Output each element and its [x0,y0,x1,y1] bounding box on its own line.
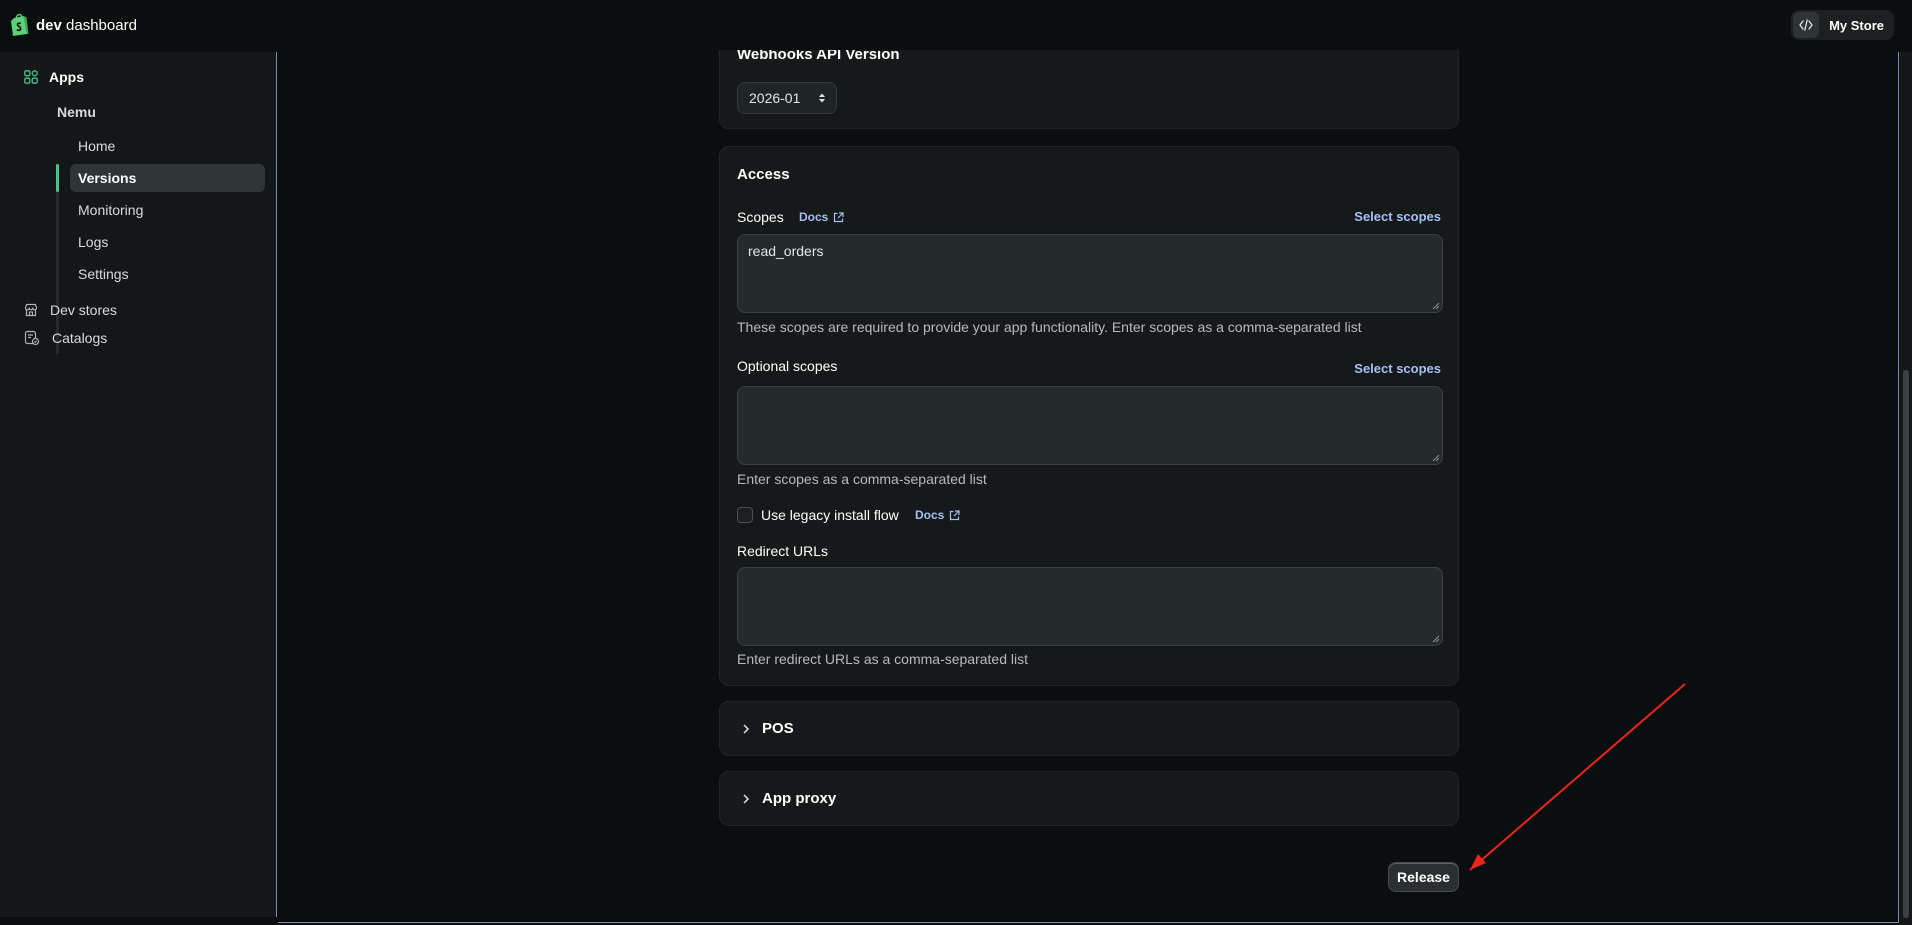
sidebar-item-catalogs[interactable]: Catalogs [24,330,107,346]
docs-link-label: Docs [915,508,945,522]
store-switcher-button[interactable]: My Store [1791,10,1894,40]
catalog-icon [24,330,40,346]
external-link-icon [834,211,844,222]
subnav-track [56,164,59,354]
sidebar-item-label: Catalogs [52,330,108,346]
pos-section[interactable]: POS [719,701,1459,756]
app-proxy-section-title: App proxy [762,790,837,807]
sidebar-item-apps[interactable]: Apps [24,69,84,85]
access-card: Access Scopes Docs Select scopes read_or… [719,146,1459,686]
sidebar-item-logs[interactable]: Logs [70,228,265,256]
store-name: My Store [1829,17,1884,33]
legacy-install-label[interactable]: Use legacy install flow [761,507,899,523]
access-heading: Access [737,166,790,183]
content-border-right [1898,52,1899,923]
scrollbar-thumb[interactable] [1903,370,1909,918]
version-value: 2026-01 [749,90,801,106]
optional-scopes-help-text: Enter scopes as a comma-separated list [737,471,987,487]
redirect-urls-label: Redirect URLs [737,543,829,559]
pos-section-title: POS [762,720,794,737]
resize-grip-icon [1432,302,1440,310]
resize-grip-icon [1432,454,1440,462]
optional-scopes-label: Optional scopes [737,358,838,374]
webhooks-version-select[interactable]: 2026-01 [737,82,837,114]
app-proxy-section[interactable]: App proxy [719,771,1459,826]
legacy-docs-link[interactable]: Docs [915,508,960,522]
sidebar-item-versions[interactable]: Versions [70,164,265,192]
sidebar-item-home[interactable]: Home [70,132,265,160]
apps-icon [24,70,38,84]
redirect-urls-textarea[interactable] [737,567,1443,646]
docs-link-label: Docs [799,210,829,224]
sidebar-app-name[interactable]: Nemu [57,104,96,120]
sidebar-item-label: Apps [49,69,84,85]
resize-grip-icon [1432,635,1440,643]
brand-name: dev dashboard [36,16,137,34]
scopes-textarea[interactable]: read_orders [737,234,1443,313]
sidebar-item-label: Dev stores [50,302,117,318]
release-button[interactable]: Release [1388,862,1459,892]
annotation-arrow [1469,683,1686,871]
store-icon [24,303,38,317]
scopes-value: read_orders [748,243,824,259]
sidebar-item-monitoring[interactable]: Monitoring [70,196,265,224]
legacy-install-checkbox[interactable] [737,507,753,523]
scopes-docs-link[interactable]: Docs [799,210,844,224]
redirect-urls-help-text: Enter redirect URLs as a comma-separated… [737,651,1028,667]
sidebar-item-dev-stores[interactable]: Dev stores [24,302,117,318]
external-link-icon [950,509,960,520]
legacy-install-row: Use legacy install flow [737,507,899,523]
chevron-right-icon [743,793,750,804]
shopify-logo-icon [11,13,29,36]
scopes-help-text: These scopes are required to provide you… [737,319,1362,335]
chevron-right-icon [743,723,750,734]
select-arrows-icon [819,93,825,103]
sidebar-item-settings[interactable]: Settings [70,260,265,288]
brand[interactable]: dev dashboard [10,13,137,37]
optional-scopes-textarea[interactable] [737,386,1443,465]
scopes-label: Scopes [737,209,784,225]
subnav-active-indicator [56,164,59,192]
optional-select-scopes-button[interactable]: Select scopes [1354,361,1441,376]
code-icon [1793,12,1820,38]
sidebar: Apps Nemu Home Versions Monitoring Logs … [0,52,277,917]
content-border-bottom [278,922,1899,923]
topbar-overlay [700,0,1490,50]
select-scopes-button[interactable]: Select scopes [1354,209,1441,224]
